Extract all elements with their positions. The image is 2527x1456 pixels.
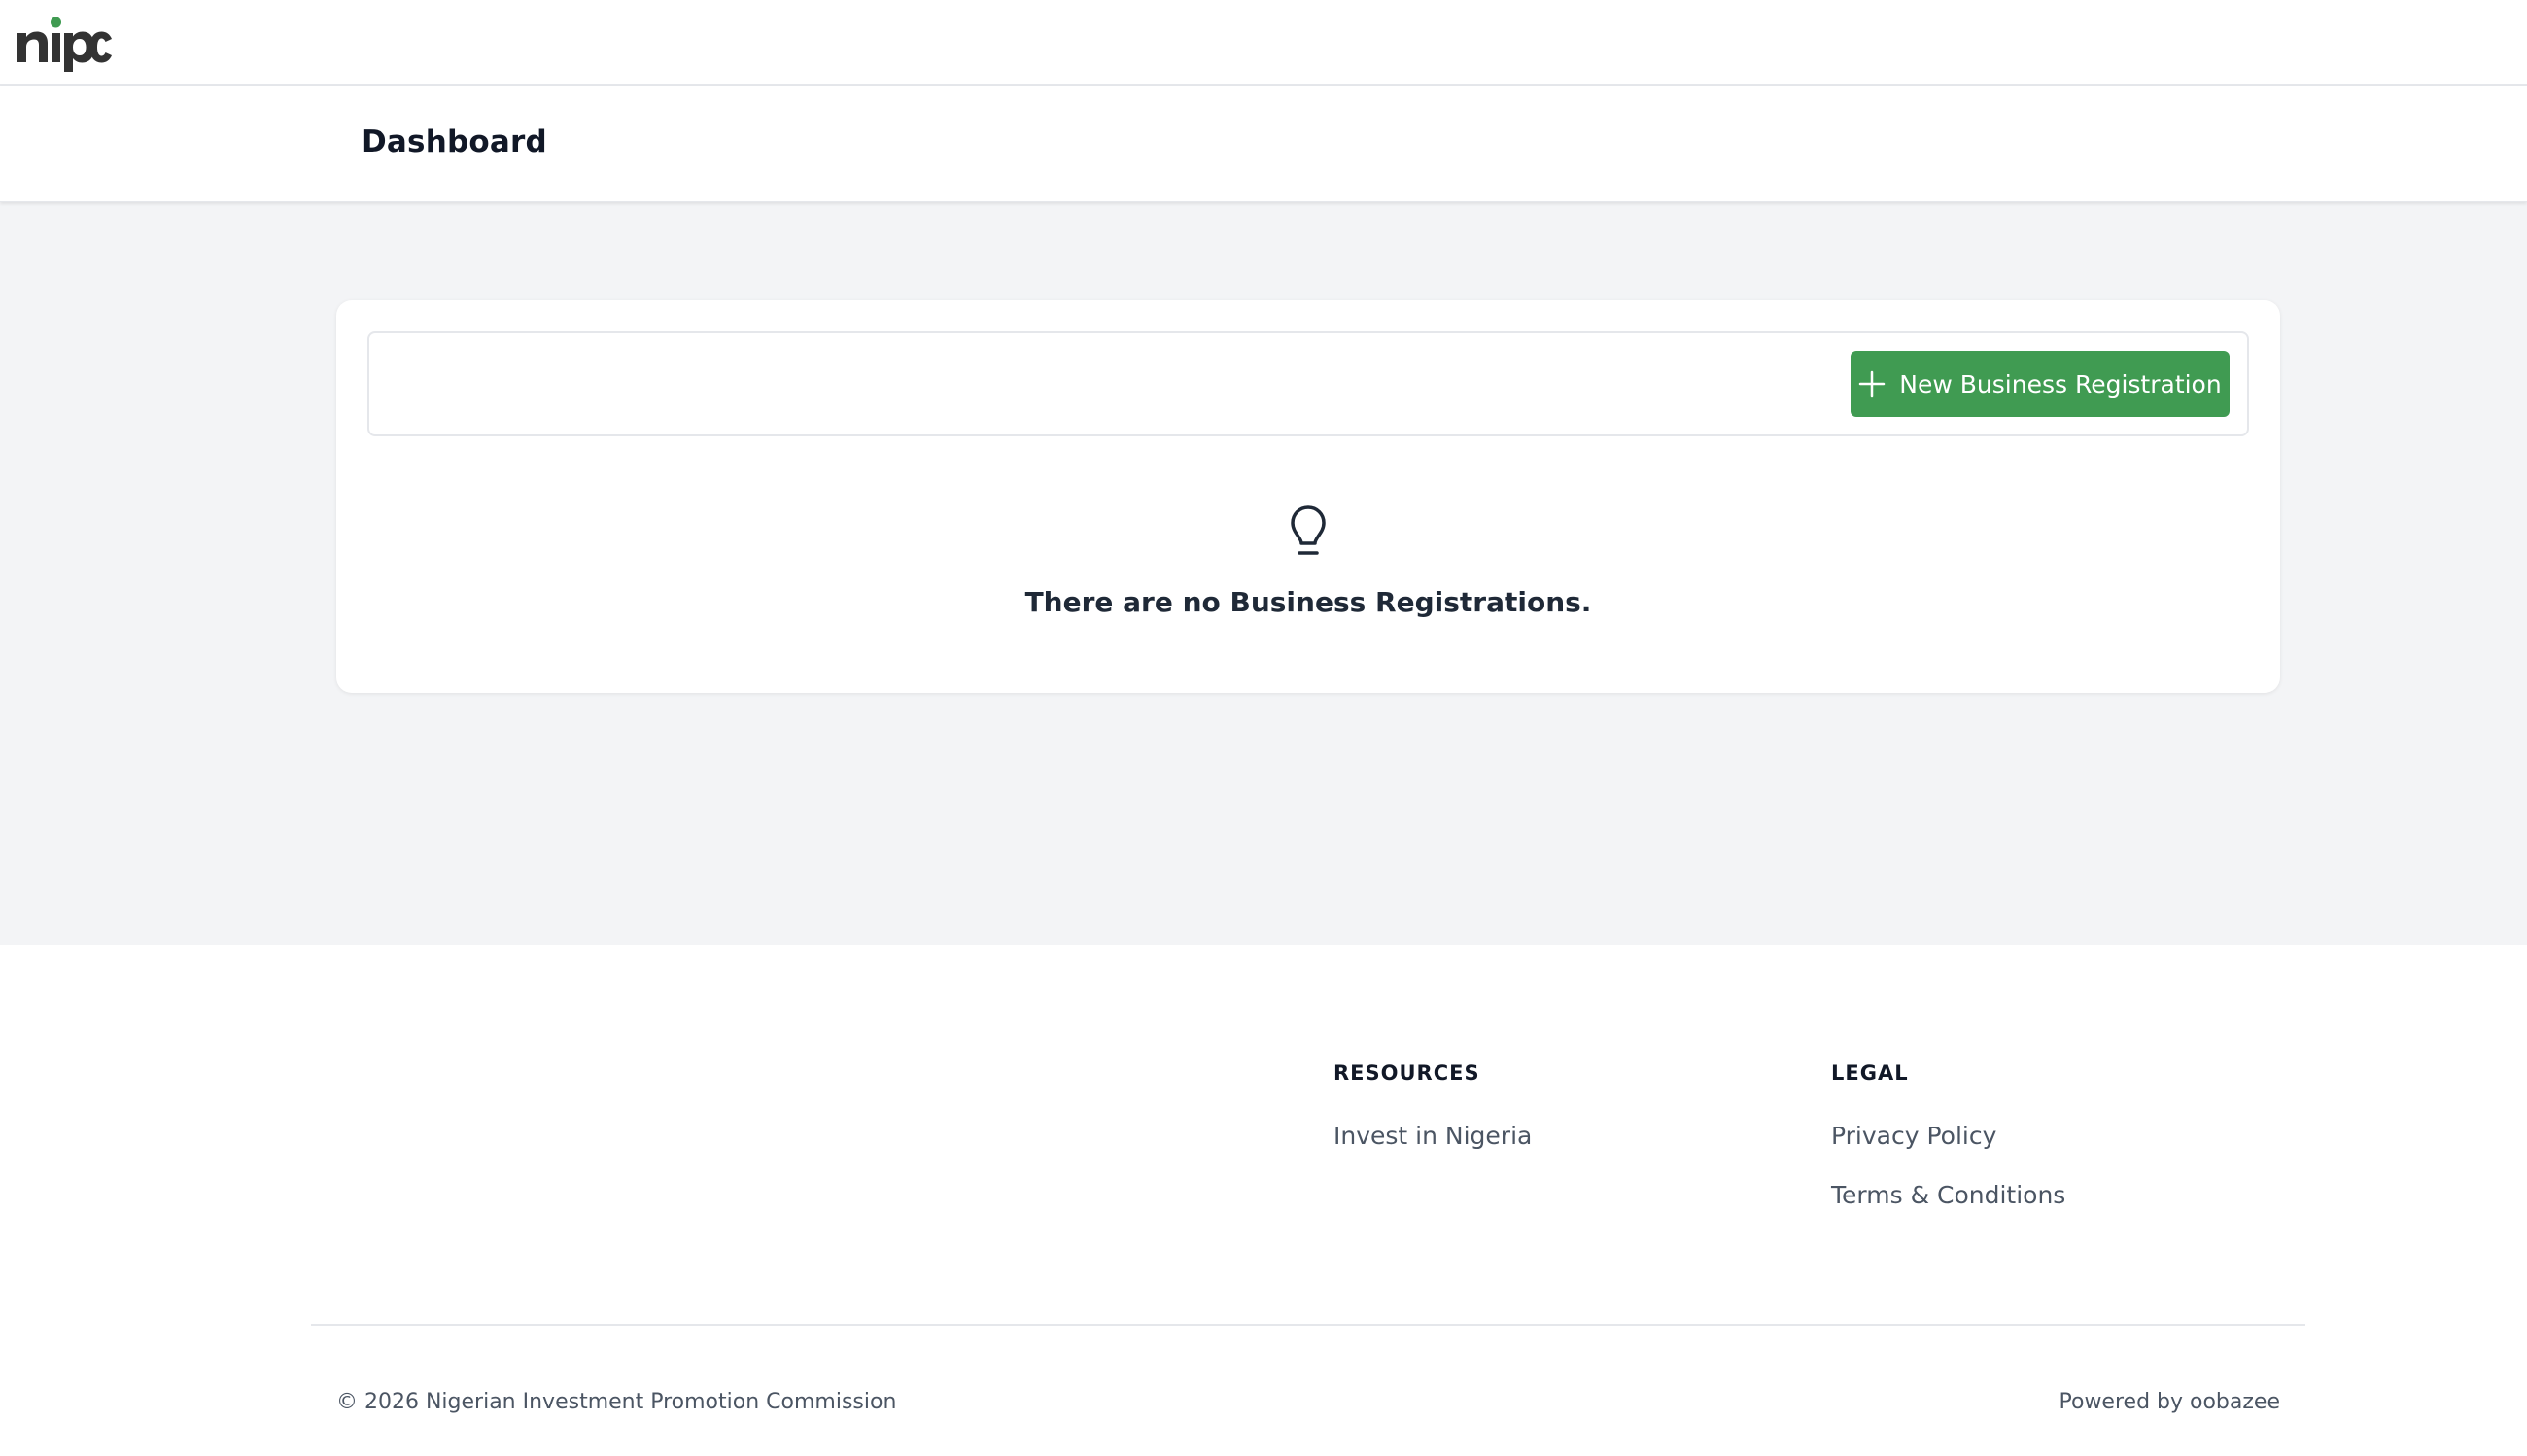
powered-by-text: Powered by oobazee xyxy=(2059,1390,2281,1414)
new-business-registration-button[interactable]: New Business Registration xyxy=(1851,351,2230,417)
footer-legal: LEGAL Privacy Policy Terms & Conditions xyxy=(1831,1061,2065,1240)
page-title: Dashboard xyxy=(362,124,547,159)
main-content: New Business Registration There are no B… xyxy=(0,202,2527,945)
terms-conditions-link[interactable]: Terms & Conditions xyxy=(1831,1181,2065,1209)
empty-state: There are no Business Registrations. xyxy=(336,504,2280,618)
invest-in-nigeria-link[interactable]: Invest in Nigeria xyxy=(1333,1122,1532,1150)
footer-resources: RESOURCES Invest in Nigeria xyxy=(1333,1061,1532,1181)
card-toolbar: New Business Registration xyxy=(367,331,2249,436)
page-header: Dashboard xyxy=(0,86,2527,202)
copyright-text: © 2026 Nigerian Investment Promotion Com… xyxy=(336,1390,897,1414)
empty-state-message: There are no Business Registrations. xyxy=(1024,586,1592,618)
footer-divider xyxy=(311,1324,2305,1326)
plus-icon xyxy=(1859,370,1886,398)
new-business-registration-label: New Business Registration xyxy=(1899,369,2222,399)
nipc-logo[interactable] xyxy=(16,12,113,72)
registrations-card: New Business Registration There are no B… xyxy=(336,300,2280,693)
top-bar xyxy=(0,0,2527,86)
lightbulb-icon xyxy=(1291,505,1326,555)
footer: RESOURCES Invest in Nigeria LEGAL Privac… xyxy=(0,945,2527,1456)
privacy-policy-link[interactable]: Privacy Policy xyxy=(1831,1122,2065,1150)
legal-heading: LEGAL xyxy=(1831,1061,1909,1085)
resources-heading: RESOURCES xyxy=(1333,1061,1480,1085)
